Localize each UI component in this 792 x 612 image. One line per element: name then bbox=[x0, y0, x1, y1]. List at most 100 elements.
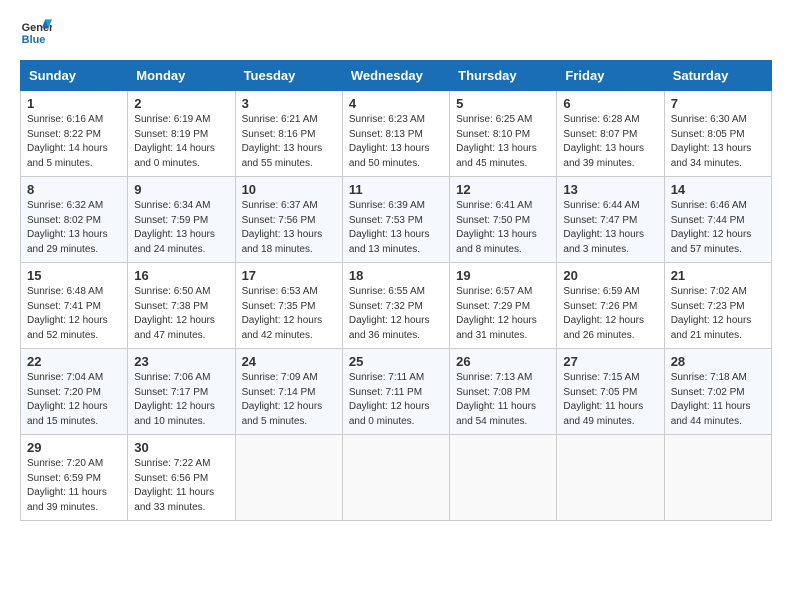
calendar-cell: 28Sunrise: 7:18 AMSunset: 7:02 PMDayligh… bbox=[664, 349, 771, 435]
day-number: 2 bbox=[134, 96, 228, 111]
day-info: Sunrise: 6:28 AMSunset: 8:07 PMDaylight:… bbox=[563, 113, 657, 171]
calendar-cell: 23 Sunrise: 7:06 AMSunset: 7:17 PMDayligh… bbox=[128, 349, 235, 435]
day-number: 17 bbox=[242, 268, 336, 283]
day-info: Sunrise: 6:50 AMSunset: 7:38 PMDaylight:… bbox=[134, 285, 228, 343]
day-info: Sunrise: 6:57 AMSunset: 7:29 PMDaylight:… bbox=[456, 285, 550, 343]
calendar-cell: 22Sunrise: 7:04 AMSunset: 7:20 PMDayligh… bbox=[21, 349, 128, 435]
day-info: Sunrise: 6:30 AMSunset: 8:05 PMDaylight:… bbox=[671, 113, 765, 171]
day-info: Sunrise: 7:20 AMSunset: 6:59 PMDaylight:… bbox=[27, 457, 121, 515]
day-number: 5 bbox=[456, 96, 550, 111]
col-header-tuesday: Tuesday bbox=[235, 61, 342, 91]
calendar-cell: 5 Sunrise: 6:25 AMSunset: 8:10 PMDaylight… bbox=[450, 91, 557, 177]
day-info: Sunrise: 6:39 AMSunset: 7:53 PMDaylight:… bbox=[349, 199, 443, 257]
svg-text:Blue: Blue bbox=[22, 34, 46, 46]
day-info: Sunrise: 6:21 AMSunset: 8:16 PMDaylight:… bbox=[242, 113, 336, 171]
day-info: Sunrise: 6:19 AMSunset: 8:19 PMDaylight:… bbox=[134, 113, 228, 171]
day-info: Sunrise: 6:37 AMSunset: 7:56 PMDaylight:… bbox=[242, 199, 336, 257]
day-info: Sunrise: 6:16 AMSunset: 8:22 PMDaylight:… bbox=[27, 113, 121, 171]
day-number: 24 bbox=[242, 354, 336, 369]
day-number: 1 bbox=[27, 96, 121, 111]
calendar-cell: 21 Sunrise: 7:02 AMSunset: 7:23 PMDayligh… bbox=[664, 263, 771, 349]
day-info: Sunrise: 7:04 AMSunset: 7:20 PMDaylight:… bbox=[27, 371, 121, 429]
day-number: 19 bbox=[456, 268, 550, 283]
calendar-cell: 16 Sunrise: 6:50 AMSunset: 7:38 PMDayligh… bbox=[128, 263, 235, 349]
day-number: 11 bbox=[349, 182, 443, 197]
calendar-cell: 29 Sunrise: 7:20 AMSunset: 6:59 PMDayligh… bbox=[21, 435, 128, 521]
calendar-cell: 17 Sunrise: 6:53 AMSunset: 7:35 PMDayligh… bbox=[235, 263, 342, 349]
calendar-cell: 1 Sunrise: 6:16 AMSunset: 8:22 PMDaylight… bbox=[21, 91, 128, 177]
day-number: 7 bbox=[671, 96, 765, 111]
calendar-cell: 20 Sunrise: 6:59 AMSunset: 7:26 PMDayligh… bbox=[557, 263, 664, 349]
col-header-saturday: Saturday bbox=[664, 61, 771, 91]
calendar-cell: 15 Sunrise: 6:48 AMSunset: 7:41 PMDayligh… bbox=[21, 263, 128, 349]
day-number: 26 bbox=[456, 354, 550, 369]
day-info: Sunrise: 7:06 AMSunset: 7:17 PMDaylight:… bbox=[134, 371, 228, 429]
day-info: Sunrise: 6:53 AMSunset: 7:35 PMDaylight:… bbox=[242, 285, 336, 343]
logo-icon: General Blue bbox=[20, 16, 52, 48]
calendar-cell: 2 Sunrise: 6:19 AMSunset: 8:19 PMDaylight… bbox=[128, 91, 235, 177]
day-info: Sunrise: 6:34 AMSunset: 7:59 PMDaylight:… bbox=[134, 199, 228, 257]
day-info: Sunrise: 6:44 AMSunset: 7:47 PMDaylight:… bbox=[563, 199, 657, 257]
calendar-cell: 3 Sunrise: 6:21 AMSunset: 8:16 PMDaylight… bbox=[235, 91, 342, 177]
day-info: Sunrise: 6:25 AMSunset: 8:10 PMDaylight:… bbox=[456, 113, 550, 171]
col-header-thursday: Thursday bbox=[450, 61, 557, 91]
calendar-cell: 10 Sunrise: 6:37 AMSunset: 7:56 PMDayligh… bbox=[235, 177, 342, 263]
calendar-table: SundayMondayTuesdayWednesdayThursdayFrid… bbox=[20, 60, 772, 521]
day-info: Sunrise: 7:22 AMSunset: 6:56 PMDaylight:… bbox=[134, 457, 228, 515]
day-number: 21 bbox=[671, 268, 765, 283]
calendar-cell: 24 Sunrise: 7:09 AMSunset: 7:14 PMDayligh… bbox=[235, 349, 342, 435]
calendar-cell: 4Sunrise: 6:23 AMSunset: 8:13 PMDaylight… bbox=[342, 91, 449, 177]
day-number: 13 bbox=[563, 182, 657, 197]
calendar-cell bbox=[342, 435, 449, 521]
day-number: 27 bbox=[563, 354, 657, 369]
calendar-cell bbox=[235, 435, 342, 521]
day-number: 3 bbox=[242, 96, 336, 111]
day-info: Sunrise: 7:02 AMSunset: 7:23 PMDaylight:… bbox=[671, 285, 765, 343]
calendar-cell bbox=[450, 435, 557, 521]
day-number: 6 bbox=[563, 96, 657, 111]
day-number: 25 bbox=[349, 354, 443, 369]
calendar-cell: 27 Sunrise: 7:15 AMSunset: 7:05 PMDayligh… bbox=[557, 349, 664, 435]
day-info: Sunrise: 6:55 AMSunset: 7:32 PMDaylight:… bbox=[349, 285, 443, 343]
day-info: Sunrise: 6:41 AMSunset: 7:50 PMDaylight:… bbox=[456, 199, 550, 257]
day-info: Sunrise: 6:48 AMSunset: 7:41 PMDaylight:… bbox=[27, 285, 121, 343]
col-header-monday: Monday bbox=[128, 61, 235, 91]
day-info: Sunrise: 7:09 AMSunset: 7:14 PMDaylight:… bbox=[242, 371, 336, 429]
day-number: 16 bbox=[134, 268, 228, 283]
day-number: 29 bbox=[27, 440, 121, 455]
day-number: 12 bbox=[456, 182, 550, 197]
calendar-cell: 7 Sunrise: 6:30 AMSunset: 8:05 PMDaylight… bbox=[664, 91, 771, 177]
day-info: Sunrise: 6:59 AMSunset: 7:26 PMDaylight:… bbox=[563, 285, 657, 343]
day-number: 8 bbox=[27, 182, 121, 197]
page: General Blue SundayMondayTuesdayWednesda… bbox=[0, 0, 792, 537]
calendar-cell: 9 Sunrise: 6:34 AMSunset: 7:59 PMDaylight… bbox=[128, 177, 235, 263]
day-number: 23 bbox=[134, 354, 228, 369]
calendar-cell bbox=[557, 435, 664, 521]
col-header-sunday: Sunday bbox=[21, 61, 128, 91]
calendar-cell: 30 Sunrise: 7:22 AMSunset: 6:56 PMDayligh… bbox=[128, 435, 235, 521]
day-number: 20 bbox=[563, 268, 657, 283]
day-info: Sunrise: 6:46 AMSunset: 7:44 PMDaylight:… bbox=[671, 199, 765, 257]
calendar-cell: 12 Sunrise: 6:41 AMSunset: 7:50 PMDayligh… bbox=[450, 177, 557, 263]
day-number: 9 bbox=[134, 182, 228, 197]
calendar-cell bbox=[664, 435, 771, 521]
day-number: 30 bbox=[134, 440, 228, 455]
day-info: Sunrise: 7:13 AMSunset: 7:08 PMDaylight:… bbox=[456, 371, 550, 429]
calendar-cell: 6 Sunrise: 6:28 AMSunset: 8:07 PMDaylight… bbox=[557, 91, 664, 177]
day-info: Sunrise: 6:32 AMSunset: 8:02 PMDaylight:… bbox=[27, 199, 121, 257]
day-number: 15 bbox=[27, 268, 121, 283]
calendar-cell: 18 Sunrise: 6:55 AMSunset: 7:32 PMDayligh… bbox=[342, 263, 449, 349]
col-header-wednesday: Wednesday bbox=[342, 61, 449, 91]
calendar-cell: 25 Sunrise: 7:11 AMSunset: 7:11 PMDayligh… bbox=[342, 349, 449, 435]
day-number: 14 bbox=[671, 182, 765, 197]
header: General Blue bbox=[20, 16, 772, 48]
col-header-friday: Friday bbox=[557, 61, 664, 91]
day-number: 10 bbox=[242, 182, 336, 197]
day-info: Sunrise: 6:23 AMSunset: 8:13 PMDaylight:… bbox=[349, 113, 443, 171]
day-info: Sunrise: 7:15 AMSunset: 7:05 PMDaylight:… bbox=[563, 371, 657, 429]
calendar-cell: 14 Sunrise: 6:46 AMSunset: 7:44 PMDayligh… bbox=[664, 177, 771, 263]
day-info: Sunrise: 7:18 AMSunset: 7:02 PMDaylight:… bbox=[671, 371, 765, 429]
calendar-cell: 11 Sunrise: 6:39 AMSunset: 7:53 PMDayligh… bbox=[342, 177, 449, 263]
day-number: 18 bbox=[349, 268, 443, 283]
day-info: Sunrise: 7:11 AMSunset: 7:11 PMDaylight:… bbox=[349, 371, 443, 429]
